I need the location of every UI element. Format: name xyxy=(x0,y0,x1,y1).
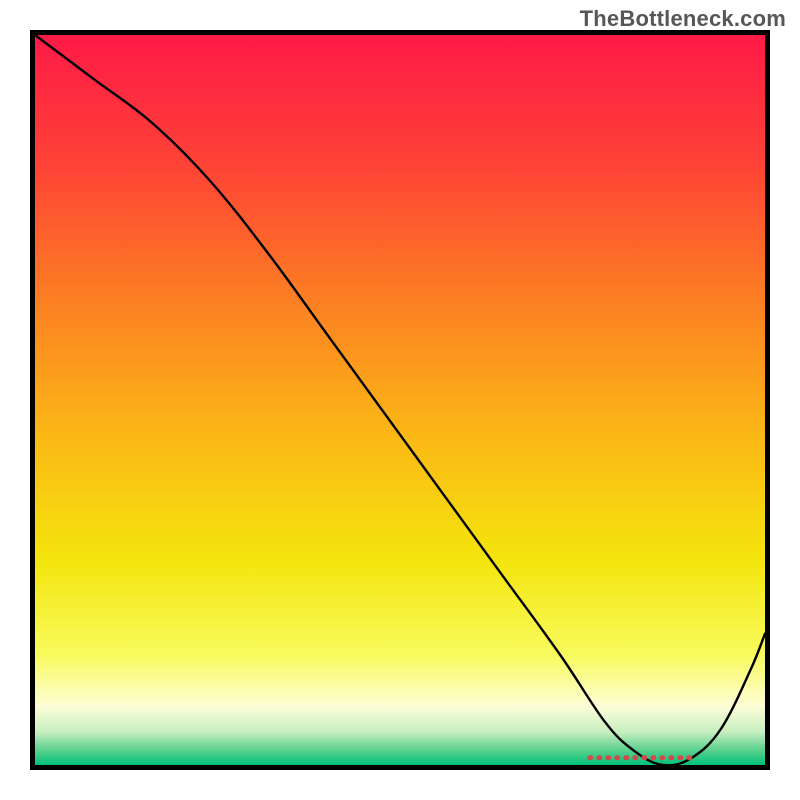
chart-wrapper: TheBottleneck.com xyxy=(0,0,800,800)
plot-interior xyxy=(35,35,765,765)
plot-svg xyxy=(35,35,765,765)
plot-frame xyxy=(30,30,770,770)
gradient-background xyxy=(35,35,765,765)
watermark-text: TheBottleneck.com xyxy=(580,6,786,32)
